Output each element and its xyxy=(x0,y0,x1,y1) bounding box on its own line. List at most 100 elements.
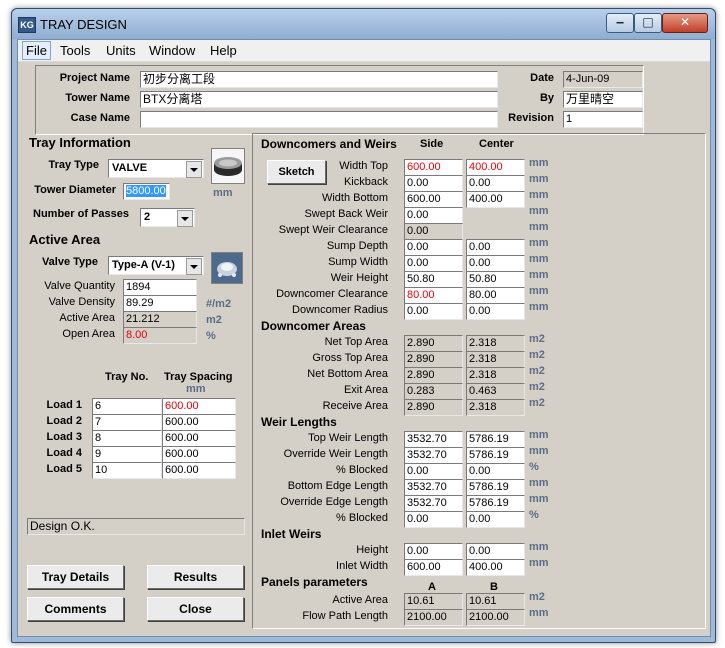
weir_lengths-pct-blocked-2-side-field[interactable]: 0.00 xyxy=(404,463,463,480)
tower-diameter-field[interactable]: 5800.00 xyxy=(123,183,170,200)
by-field[interactable]: 万里晴空 xyxy=(563,91,643,108)
minimize-button[interactable]: ‒ xyxy=(606,13,634,33)
title-bar[interactable]: KG TRAY DESIGN ‒ □ ✕ xyxy=(12,9,715,39)
menu-file[interactable]: File xyxy=(22,41,51,60)
center-column-header: Center xyxy=(479,138,514,150)
downcomers-sump-depth-5-side-field[interactable]: 0.00 xyxy=(404,239,463,256)
open-area-unit: % xyxy=(206,330,216,342)
weir_lengths-top-weir-length-0-center-field[interactable]: 5786.19 xyxy=(466,431,525,448)
panels-active-area-0-center-field: 10.61 xyxy=(466,593,525,610)
weir_lengths-pct-blocked-2-unit: % xyxy=(529,461,539,473)
valve-density-label: Valve Density xyxy=(48,296,115,308)
downcomers-width-top-0-center-field[interactable]: 400.00 xyxy=(466,159,525,176)
weir_lengths-pct-blocked-5-side-field[interactable]: 0.00 xyxy=(404,511,463,528)
tray-type-select[interactable]: VALVE xyxy=(108,159,204,178)
inlet_weirs-inlet-width-1-center-field[interactable]: 400.00 xyxy=(466,559,525,576)
panel-b-header: B xyxy=(490,581,498,593)
downcomers-downcomer-radius-9-center-field[interactable]: 0.00 xyxy=(466,303,525,320)
downcomers-sump-width-6-side-field[interactable]: 0.00 xyxy=(404,255,463,272)
date-label: Date xyxy=(530,72,554,84)
weir_lengths-bottom-edge-length-3-unit: mm xyxy=(529,477,549,489)
downcomers-width-top-0-side-field[interactable]: 600.00 xyxy=(404,159,463,176)
maximize-button[interactable]: □ xyxy=(634,13,662,33)
inlet_weirs-height-0-side-field[interactable]: 0.00 xyxy=(404,543,463,560)
panels-flow-path-length-1-unit: mm xyxy=(529,607,549,619)
revision-label: Revision xyxy=(508,112,554,124)
downcomers-downcomer-radius-9-label: Downcomer Radius xyxy=(292,304,388,316)
downcomers-swept-weir-clearance-4-unit: mm xyxy=(529,221,549,233)
downcomers-kickback-1-side-field[interactable]: 0.00 xyxy=(404,175,463,192)
weir_lengths-top-weir-length-0-label: Top Weir Length xyxy=(308,432,388,444)
weir_lengths-override-weir-length-1-side-field[interactable]: 3532.70 xyxy=(404,447,463,464)
tray-details-button[interactable]: Tray Details xyxy=(27,565,124,589)
weir_lengths-pct-blocked-2-center-field[interactable]: 0.00 xyxy=(466,463,525,480)
inlet_weirs-height-0-center-field[interactable]: 0.00 xyxy=(466,543,525,560)
downcomers-weir-height-7-center-field[interactable]: 50.80 xyxy=(466,271,525,288)
downcomers-weir-height-7-side-field[interactable]: 50.80 xyxy=(404,271,463,288)
passes-select[interactable]: 2 xyxy=(140,208,195,227)
downcomers-downcomer-clearance-8-center-field[interactable]: 80.00 xyxy=(466,287,525,304)
menu-tools[interactable]: Tools xyxy=(57,43,93,58)
downcomers-swept-back-weir-3-side-field[interactable]: 0.00 xyxy=(404,207,463,224)
downcomers-downcomer-radius-9-side-field[interactable]: 0.00 xyxy=(404,303,463,320)
case-name-field[interactable] xyxy=(140,111,498,128)
dc_areas-net-top-area-0-unit: m2 xyxy=(529,333,545,345)
inlet_weirs-inlet-width-1-side-field[interactable]: 600.00 xyxy=(404,559,463,576)
downcomers-sump-depth-5-center-field[interactable]: 0.00 xyxy=(466,239,525,256)
downcomers-kickback-1-center-field[interactable]: 0.00 xyxy=(466,175,525,192)
passes-value: 2 xyxy=(144,211,151,223)
dc_areas-gross-top-area-1-unit: m2 xyxy=(529,349,545,361)
dc_areas-exit-area-3-side-field: 0.283 xyxy=(404,383,463,400)
load-5-tray-field[interactable]: 10 xyxy=(92,462,162,479)
downcomers-downcomer-radius-9-unit: mm xyxy=(529,301,549,313)
weir_lengths-bottom-edge-length-3-center-field[interactable]: 5786.19 xyxy=(466,479,525,496)
downcomers-width-bottom-2-side-field[interactable]: 600.00 xyxy=(404,191,463,208)
weir_lengths-bottom-edge-length-3-side-field[interactable]: 3532.70 xyxy=(404,479,463,496)
load-4-label: Load 4 xyxy=(46,447,82,459)
load-2-spacing-field[interactable]: 600.00 xyxy=(162,414,236,431)
dc_areas-net-top-area-0-side-field: 2.890 xyxy=(404,335,463,352)
weir_lengths-override-weir-length-1-center-field[interactable]: 5786.19 xyxy=(466,447,525,464)
revision-field[interactable]: 1 xyxy=(563,111,643,128)
valve-quantity-field[interactable]: 1894 xyxy=(123,279,197,296)
load-2-tray-field[interactable]: 7 xyxy=(92,414,162,431)
active-area-title: Active Area xyxy=(29,232,101,247)
tray-design-window: KG TRAY DESIGN ‒ □ ✕ File Tools Units Wi… xyxy=(11,8,716,643)
open-area-label: Open Area xyxy=(62,328,115,340)
panels-title: Panels parameters xyxy=(261,575,368,589)
weir_lengths-override-edge-length-4-center-field[interactable]: 5786.19 xyxy=(466,495,525,512)
weir_lengths-override-edge-length-4-side-field[interactable]: 3532.70 xyxy=(404,495,463,512)
weir_lengths-top-weir-length-0-side-field[interactable]: 3532.70 xyxy=(404,431,463,448)
load-3-tray-field[interactable]: 8 xyxy=(92,430,162,447)
close-window-button[interactable]: ✕ xyxy=(662,13,708,33)
menu-help[interactable]: Help xyxy=(207,43,240,58)
dc_areas-receive-area-4-label: Receive Area xyxy=(322,400,388,412)
menu-units[interactable]: Units xyxy=(103,43,139,58)
dropdown-arrow-icon[interactable] xyxy=(186,161,202,178)
valve-density-field[interactable]: 89.29 xyxy=(123,295,197,312)
valve-type-select[interactable]: Type-A (V-1) xyxy=(108,256,204,275)
maximize-icon: □ xyxy=(642,15,654,29)
dc_areas-receive-area-4-unit: m2 xyxy=(529,397,545,409)
load-1-tray-field[interactable]: 6 xyxy=(92,398,162,415)
active-area-field: 21.212 xyxy=(123,311,197,328)
downcomers-kickback-1-unit: mm xyxy=(529,173,549,185)
app-icon: KG xyxy=(18,17,36,33)
tray-type-label: Tray Type xyxy=(48,159,99,171)
menu-window[interactable]: Window xyxy=(146,43,198,58)
comments-button[interactable]: Comments xyxy=(27,597,124,621)
dropdown-arrow-icon[interactable] xyxy=(186,258,202,275)
tray-info-title: Tray Information xyxy=(29,135,131,150)
dc_areas-net-top-area-0-label: Net Top Area xyxy=(324,336,388,348)
project-name-field[interactable]: 初步分离工段 xyxy=(140,71,498,88)
downcomers-sump-width-6-center-field[interactable]: 0.00 xyxy=(466,255,525,272)
dropdown-arrow-icon[interactable] xyxy=(177,210,193,227)
tower-name-field[interactable]: BTX分离塔 xyxy=(140,91,498,108)
downcomers-width-bottom-2-center-field[interactable]: 400.00 xyxy=(466,191,525,208)
load-4-tray-field[interactable]: 9 xyxy=(92,446,162,463)
weir_lengths-pct-blocked-5-center-field[interactable]: 0.00 xyxy=(466,511,525,528)
downcomers-downcomer-clearance-8-side-field[interactable]: 80.00 xyxy=(404,287,463,304)
dc_areas-exit-area-3-unit: m2 xyxy=(529,381,545,393)
weir_lengths-top-weir-length-0-unit: mm xyxy=(529,429,549,441)
downcomers-width-top-0-unit: mm xyxy=(529,157,549,169)
